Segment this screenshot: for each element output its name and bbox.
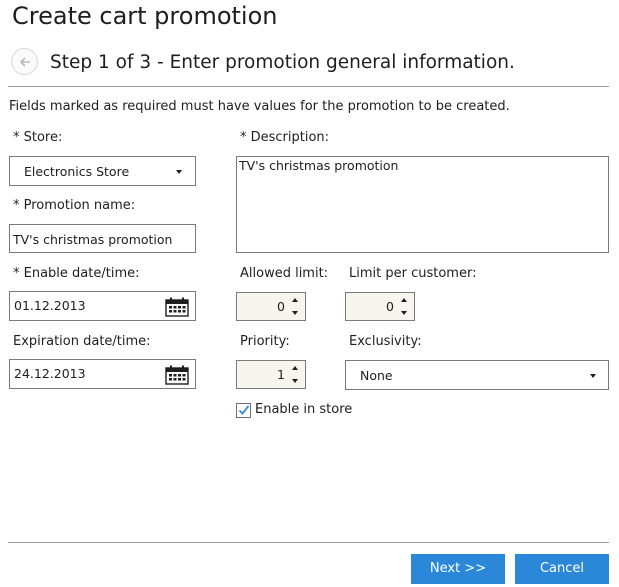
stepper-arrows[interactable]: [291, 364, 301, 386]
description-value: TV's christmas promotion: [239, 158, 399, 173]
allowed-limit-value: 0: [277, 299, 285, 314]
back-button[interactable]: [11, 48, 38, 75]
checkmark-icon: [238, 405, 250, 415]
store-label: * Store:: [13, 130, 63, 145]
cancel-button[interactable]: Cancel: [515, 554, 609, 584]
description-label: * Description:: [240, 130, 330, 145]
calendar-icon[interactable]: [165, 297, 189, 317]
required-fields-note: Fields marked as required must have valu…: [9, 99, 510, 114]
expiration-date-input[interactable]: 24.12.2013: [9, 359, 196, 389]
chevron-down-icon: [176, 170, 182, 174]
priority-label: Priority:: [240, 334, 290, 349]
next-button[interactable]: Next >>: [411, 554, 505, 584]
store-select-value: Electronics Store: [24, 164, 130, 179]
description-textarea[interactable]: TV's christmas promotion: [236, 156, 609, 253]
wizard-step-title: Step 1 of 3 - Enter promotion general in…: [50, 52, 515, 73]
chevron-up-icon[interactable]: [292, 298, 298, 302]
exclusivity-select[interactable]: None: [345, 360, 609, 390]
header-divider: [8, 86, 609, 87]
store-select[interactable]: Electronics Store: [9, 156, 196, 186]
calendar-icon[interactable]: [165, 365, 189, 385]
allowed-limit-label: Allowed limit:: [240, 266, 329, 281]
expiration-date-label: Expiration date/time:: [13, 334, 151, 349]
promotion-name-label: * Promotion name:: [13, 198, 136, 213]
expiration-date-value: 24.12.2013: [14, 366, 86, 381]
promotion-name-input[interactable]: TV's christmas promotion: [9, 224, 196, 253]
window-title: Create cart promotion: [12, 2, 278, 30]
enable-in-store-label[interactable]: Enable in store: [255, 402, 352, 417]
chevron-down-icon[interactable]: [292, 311, 298, 315]
enable-date-input[interactable]: 01.12.2013: [9, 291, 196, 321]
chevron-up-icon[interactable]: [401, 298, 407, 302]
chevron-up-icon[interactable]: [292, 366, 298, 370]
enable-date-value: 01.12.2013: [14, 298, 86, 313]
stepper-arrows[interactable]: [291, 296, 301, 318]
chevron-down-icon[interactable]: [292, 379, 298, 383]
back-arrow-icon: [19, 57, 30, 67]
stepper-arrows[interactable]: [400, 296, 410, 318]
limit-per-customer-value: 0: [386, 299, 394, 314]
enable-in-store-checkbox[interactable]: [236, 403, 251, 418]
limit-per-customer-stepper[interactable]: 0: [345, 292, 415, 321]
allowed-limit-stepper[interactable]: 0: [236, 292, 306, 321]
limit-per-customer-label: Limit per customer:: [349, 266, 477, 281]
exclusivity-label: Exclusivity:: [349, 334, 422, 349]
chevron-down-icon[interactable]: [401, 311, 407, 315]
exclusivity-select-value: None: [360, 368, 393, 383]
priority-stepper[interactable]: 1: [236, 360, 306, 389]
footer-divider: [8, 542, 609, 543]
chevron-down-icon: [590, 374, 596, 378]
enable-date-label: * Enable date/time:: [13, 266, 140, 281]
priority-value: 1: [277, 367, 285, 382]
promotion-name-value: TV's christmas promotion: [13, 232, 173, 247]
